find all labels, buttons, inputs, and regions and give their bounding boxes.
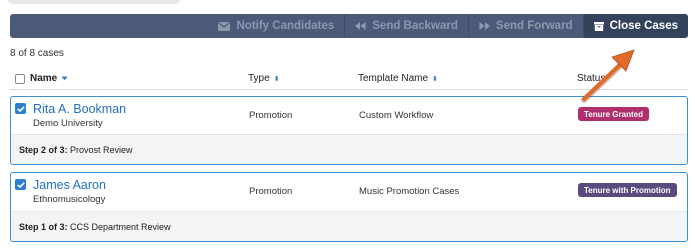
case-card-main: James Aaron Ethnomusicology Promotion Mu… (11, 173, 687, 210)
candidate-name-link[interactable]: James Aaron (33, 178, 106, 192)
archive-box-icon (593, 21, 604, 31)
checkmark-icon (16, 181, 25, 188)
column-header-name-label: Name (30, 73, 58, 84)
send-forward-label: Send Forward (495, 20, 573, 32)
status-badge: Tenure Granted (578, 107, 649, 121)
candidate-name-link[interactable]: Rita A. Bookman (33, 102, 126, 116)
envelope-icon (218, 21, 231, 31)
case-step-prefix: Step 2 of 3: (19, 145, 68, 155)
bulk-action-toolbar: Notify Candidates Send Backward Send For… (10, 14, 688, 38)
case-step-name: CCS Department Review (70, 222, 171, 232)
close-cases-button[interactable]: Close Cases (582, 14, 688, 38)
column-header-status[interactable]: Status (577, 73, 605, 84)
notify-candidates-label: Notify Candidates (236, 20, 335, 32)
case-step-name: Provost Review (70, 145, 133, 155)
case-type: Promotion (249, 110, 293, 121)
case-type: Promotion (249, 186, 293, 197)
sort-icon: ⬍ (273, 75, 280, 83)
send-forward-button[interactable]: Send Forward (467, 14, 583, 38)
table-header: Name ⏷ Type ⬍ Template Name ⬍ Status (10, 68, 688, 90)
case-step: Step 2 of 3: Provost Review (11, 134, 687, 164)
case-checkbox[interactable] (15, 179, 26, 190)
column-header-type-label: Type (248, 73, 270, 84)
close-cases-label: Close Cases (609, 20, 678, 32)
candidate-unit: Demo University (33, 118, 103, 129)
sort-icon: ⬍ (432, 75, 438, 83)
case-card-main: Rita A. Bookman Demo University Promotio… (11, 97, 687, 134)
case-step-prefix: Step 1 of 3: (19, 222, 68, 232)
case-count: 8 of 8 cases (10, 48, 64, 59)
candidate-unit: Ethnomusicology (33, 194, 106, 205)
column-header-type[interactable]: Type ⬍ (248, 73, 280, 84)
case-template: Custom Workflow (359, 110, 434, 121)
fast-forward-icon (479, 22, 490, 30)
case-step: Step 1 of 3: CCS Department Review (11, 211, 687, 241)
column-header-name[interactable]: Name ⏷ (30, 73, 68, 84)
top-strip (8, 0, 180, 4)
checkmark-icon (16, 105, 25, 112)
case-checkbox[interactable] (15, 103, 26, 114)
rewind-icon (355, 22, 366, 30)
select-all-checkbox[interactable] (15, 74, 25, 84)
send-backward-button[interactable]: Send Backward (344, 14, 468, 38)
column-header-template-label: Template Name (358, 73, 429, 84)
case-template: Music Promotion Cases (359, 186, 460, 197)
column-header-status-label: Status (577, 73, 606, 84)
send-backward-label: Send Backward (372, 20, 458, 32)
column-header-template[interactable]: Template Name ⬍ (358, 73, 438, 84)
notify-candidates-button[interactable]: Notify Candidates (208, 14, 344, 38)
case-card[interactable]: Rita A. Bookman Demo University Promotio… (10, 96, 688, 165)
case-card[interactable]: James Aaron Ethnomusicology Promotion Mu… (10, 172, 688, 242)
status-badge: Tenure with Promotion (578, 183, 677, 197)
sort-desc-icon: ⏷ (61, 73, 68, 83)
